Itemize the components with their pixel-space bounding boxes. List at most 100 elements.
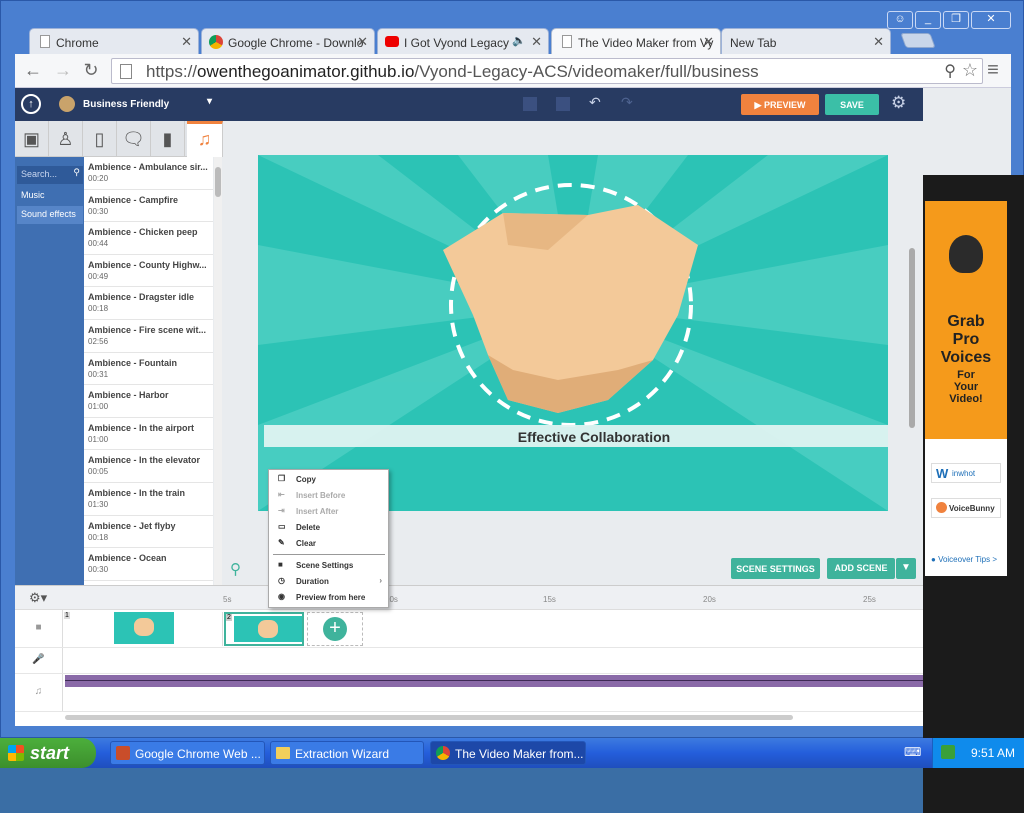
theme-name[interactable]: Business Friendly [83, 99, 169, 110]
list-item[interactable]: Ambience - In the train 01:30 [84, 483, 213, 516]
add-scene-slot[interactable]: + [307, 612, 363, 646]
scene-stage[interactable]: Effective Collaboration [258, 155, 888, 511]
group-icon[interactable] [523, 97, 537, 111]
advertisement[interactable]: Grab Pro Voices For Your Video! Winwhot … [925, 201, 1007, 576]
task-video-maker[interactable]: The Video Maker from... [430, 741, 586, 765]
timeline-ruler[interactable]: ⚙▾ 5s 10s 15s 20s 25s [15, 586, 923, 610]
list-item[interactable]: Ambience - County Highw... 00:49 [84, 255, 213, 288]
menu-item-duration[interactable]: ◷ Duration › [269, 574, 388, 590]
add-scene-button[interactable]: ADD SCENE [827, 558, 895, 579]
bookmark-star-icon[interactable]: ☆ [962, 60, 978, 81]
scene-thumbnail-1[interactable]: 1 [63, 612, 223, 646]
network-icon[interactable] [941, 745, 955, 759]
menu-icon[interactable]: ≡ [983, 60, 1003, 81]
close-tab-icon[interactable]: ✕ [357, 34, 368, 50]
subnav-music[interactable]: Music [17, 187, 83, 205]
voiceover-tips-link[interactable]: ● Voiceover Tips > [931, 555, 997, 564]
task-extraction-wizard[interactable]: Extraction Wizard [270, 741, 424, 765]
preview-button[interactable]: ▶ PREVIEW [741, 94, 819, 115]
redo-icon[interactable]: ↷ [621, 94, 633, 111]
menu-item-insert-after[interactable]: ⇥ Insert After [269, 504, 388, 520]
clock: 9:51 AM [971, 746, 1016, 760]
list-item[interactable]: Ambience - In the elevator 00:05 [84, 450, 213, 483]
list-item[interactable]: Ambience - Ocean 00:30 [84, 548, 213, 581]
search-input[interactable]: Search... ⚲ [17, 166, 83, 184]
timeline-scrollbar[interactable] [65, 715, 793, 720]
keyboard-icon[interactable]: ⌨ [904, 745, 921, 759]
upload-cloud-icon[interactable]: ↑ [21, 94, 41, 114]
chevron-down-icon[interactable]: ▼ [896, 558, 916, 579]
tab-chrome[interactable]: Chrome ✕ [29, 28, 199, 54]
trash-icon: ▭ [278, 522, 286, 531]
scene-settings-label: SCENE SETTINGS [736, 564, 815, 574]
close-tab-icon[interactable]: ✕ [531, 34, 542, 50]
back-icon[interactable]: ← [23, 61, 43, 81]
music-category-icon[interactable]: ♫ [187, 121, 223, 157]
scene-thumbnail-2[interactable]: 2 [224, 612, 304, 646]
menu-label: Clear [296, 539, 317, 548]
forward-icon[interactable]: → [53, 61, 73, 81]
save-button[interactable]: SAVE [825, 94, 879, 115]
sound-duration: 00:20 [88, 174, 109, 183]
stage-scrollbar[interactable] [908, 128, 916, 578]
list-item[interactable]: Ambience - Ambulance sir... 00:20 [84, 157, 213, 190]
menu-item-scene-settings[interactable]: ■ Scene Settings [269, 558, 388, 574]
list-item[interactable]: Ambience - Dragster idle 00:18 [84, 287, 213, 320]
zoom-in-icon[interactable]: ⚲ [230, 560, 241, 578]
task-chrome-web[interactable]: Google Chrome Web ... [110, 741, 265, 765]
list-item[interactable]: Ambience - Fountain 00:31 [84, 353, 213, 386]
music-clip[interactable] [65, 675, 923, 687]
scene-track: ■ 1 2 + [15, 610, 923, 648]
speaker-icon[interactable]: 🔈 [512, 34, 526, 47]
task-label: The Video Maker from... [455, 747, 584, 761]
voicebunny-logo[interactable]: VoiceBunny [931, 498, 1001, 518]
list-item[interactable]: Ambience - Harbor 01:00 [84, 385, 213, 418]
close-tab-icon[interactable]: ✕ [873, 34, 884, 50]
settings-gear-icon[interactable]: ⚙ [891, 93, 906, 113]
menu-label: Preview from here [296, 593, 366, 602]
list-item[interactable]: Ambience - Jet flyby 00:18 [84, 516, 213, 549]
start-button[interactable]: start [0, 738, 96, 768]
menu-item-copy[interactable]: ❐ Copy [269, 472, 388, 488]
ad-headline: Voices [940, 349, 992, 366]
undo-icon[interactable]: ↶ [589, 94, 601, 111]
prop-phone-category-icon[interactable]: ▯ [83, 121, 117, 157]
zoom-icon[interactable]: ⚲ [944, 61, 956, 81]
chevron-down-icon[interactable]: ▾ [207, 96, 212, 107]
close-tab-icon[interactable]: ✕ [181, 34, 192, 50]
scroll-thumb[interactable] [215, 167, 221, 197]
sound-name: Ambience - County Highw... [88, 259, 207, 270]
address-bar[interactable]: https://owenthegoanimator.github.io/Vyon… [111, 58, 983, 84]
menu-item-preview-from-here[interactable]: ◉ Preview from here [269, 590, 388, 606]
tab-new-tab[interactable]: New Tab ✕ [721, 28, 891, 54]
reload-icon[interactable]: ↻ [81, 61, 101, 81]
chart-category-icon[interactable]: ▮ [151, 121, 185, 157]
ad-subline: For [957, 369, 975, 381]
menu-item-clear[interactable]: ✎ Clear [269, 536, 388, 552]
sound-list: Ambience - Ambulance sir... 00:20 Ambienc… [84, 157, 213, 585]
scene-settings-button[interactable]: SCENE SETTINGS [731, 558, 820, 579]
character-category-icon[interactable]: ♙ [49, 121, 83, 157]
inwhot-logo[interactable]: Winwhot [931, 463, 1001, 483]
ad-subline: Video! [949, 393, 983, 405]
new-tab-button[interactable] [900, 33, 936, 48]
menu-item-insert-before[interactable]: ⇤ Insert Before [269, 488, 388, 504]
tab-chrome-download[interactable]: Google Chrome - Downlo ✕ [201, 28, 375, 54]
list-item[interactable]: Ambience - Fire scene wit... 02:56 [84, 320, 213, 353]
list-item[interactable]: Ambience - Campfire 00:30 [84, 190, 213, 223]
scroll-thumb[interactable] [909, 248, 915, 428]
list-item[interactable]: Ambience - In the airport 01:00 [84, 418, 213, 451]
image-category-icon[interactable]: ▣ [15, 121, 49, 157]
list-item[interactable]: Ambience - Chicken peep 00:44 [84, 222, 213, 255]
subnav-sound-effects[interactable]: Sound effects [17, 206, 83, 224]
close-tab-icon[interactable]: ✕ [703, 34, 714, 50]
menu-item-delete[interactable]: ▭ Delete [269, 520, 388, 536]
text-bubble-category-icon[interactable]: 🗨 [117, 121, 151, 157]
tab-youtube[interactable]: I Got Vyond Legacy 🔈 ✕ [377, 28, 549, 54]
ungroup-icon[interactable] [556, 97, 570, 111]
sound-list-scrollbar[interactable] [214, 157, 222, 585]
tab-video-maker[interactable]: The Video Maker from Vy ✕ [551, 28, 721, 54]
timeline-settings-gear-icon[interactable]: ⚙▾ [29, 590, 47, 606]
sound-name: Ambience - Campfire [88, 194, 179, 205]
ad-headline: Grab [947, 313, 985, 330]
